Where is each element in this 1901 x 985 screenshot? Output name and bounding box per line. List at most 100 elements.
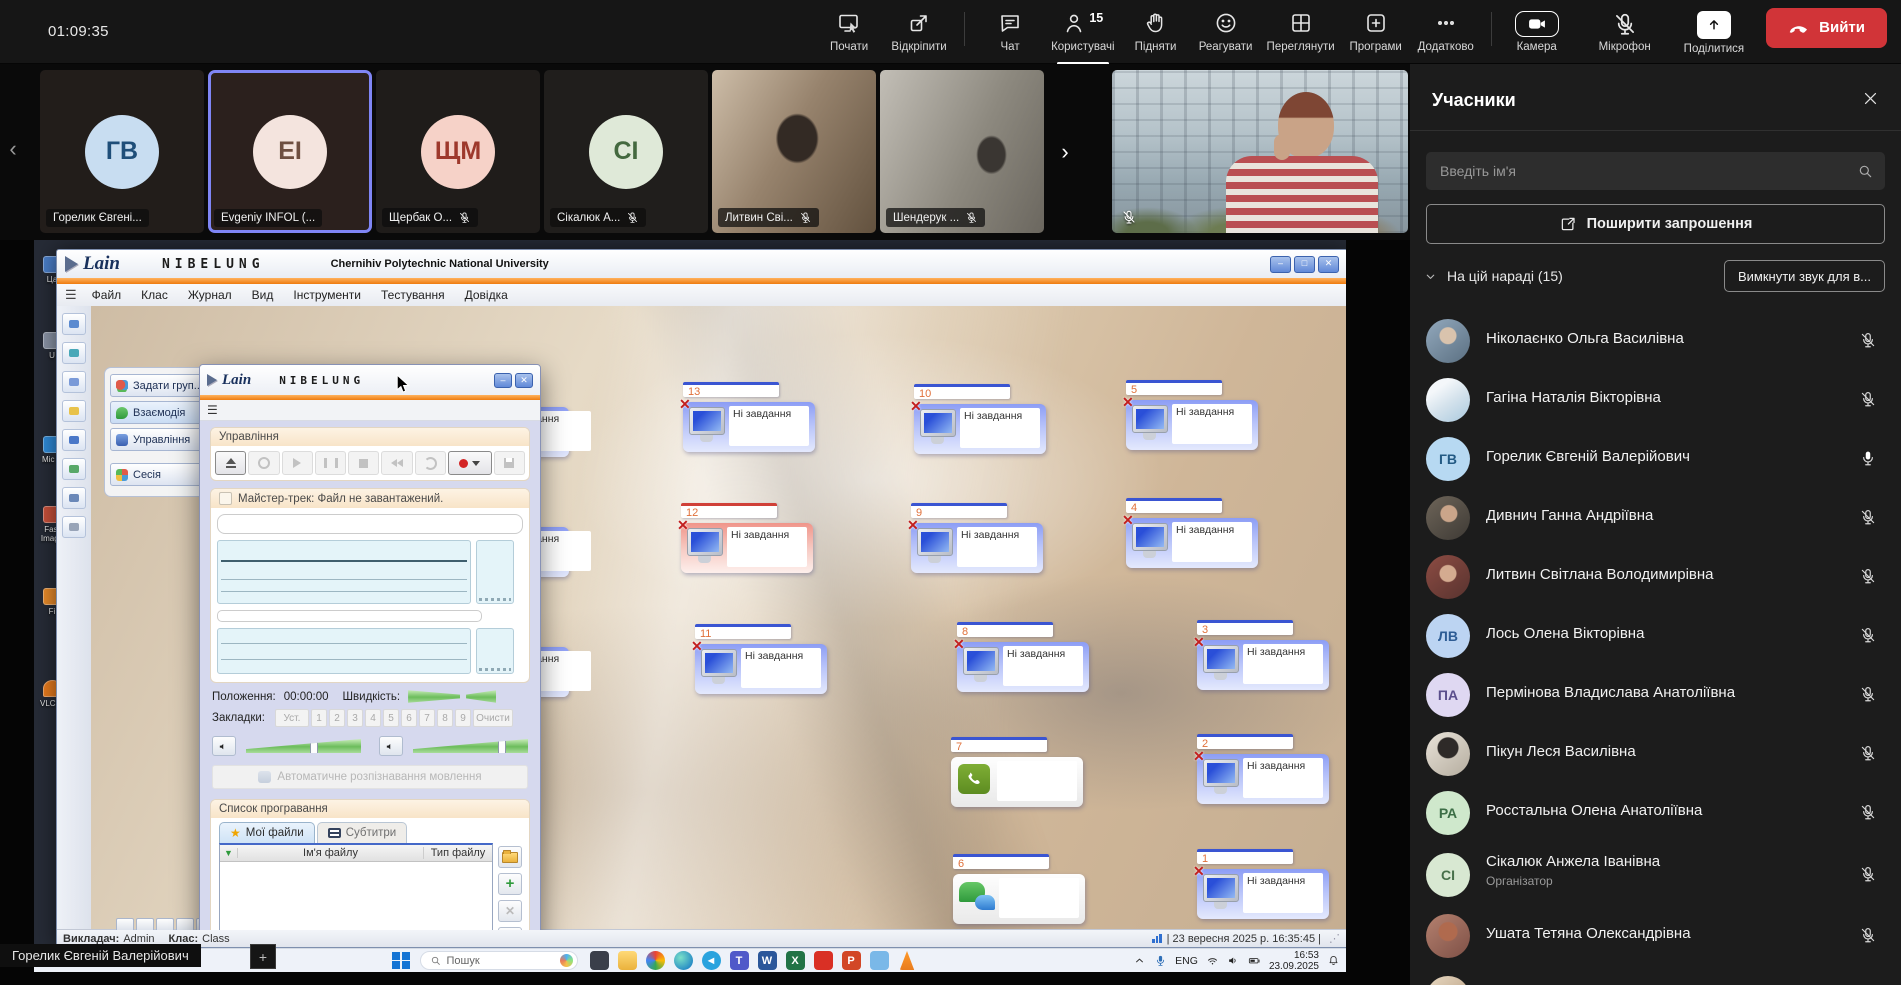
participant-row[interactable]: РА Росстальна Олена Анатоліївна <box>1410 784 1901 842</box>
taskbar-app-icon[interactable] <box>590 951 609 970</box>
student-station-3[interactable]: 3 ✕ Ні завдання <box>1197 620 1329 690</box>
bookmark-2[interactable]: 2 <box>329 709 345 727</box>
record-button[interactable] <box>448 451 492 475</box>
dialog-close-button[interactable]: ✕ <box>515 373 533 388</box>
dialog-minimize-button[interactable]: – <box>494 373 512 388</box>
unpin-button[interactable]: Відкріпити <box>884 4 954 58</box>
dialog-menu-burger[interactable]: ☰ <box>200 400 540 421</box>
app-tool-button[interactable] <box>62 342 86 364</box>
student-station-12-selected[interactable]: 12 ✕ Ні завдання <box>681 503 813 573</box>
bookmark-9[interactable]: 9 <box>455 709 471 727</box>
search-input[interactable] <box>1438 162 1857 180</box>
active-speaker-video[interactable] <box>1112 70 1408 233</box>
clear-list-button[interactable] <box>498 927 522 930</box>
taskbar-search[interactable]: Пошук <box>420 951 578 970</box>
name-tag-expand-button[interactable]: + <box>250 944 276 969</box>
column-file-name[interactable]: Ім'я файлу <box>238 847 424 859</box>
mic-off-icon[interactable] <box>1859 926 1877 944</box>
mic-off-icon[interactable] <box>1859 626 1877 644</box>
student-station-8[interactable]: 8 ✕ Ні завдання <box>957 622 1089 692</box>
participant-row-organizer[interactable]: СІ Сікалюк Анжела Іванівна Організатор <box>1410 843 1901 907</box>
volume-slider-2[interactable] <box>413 739 528 753</box>
sidebar-interaction-button[interactable]: Взаємодія <box>110 401 202 424</box>
video-tile-gorelyk[interactable]: ГВ Горелик Євгені... <box>40 70 204 233</box>
speech-recognition-button[interactable]: Автоматичне розпізнавання мовлення <box>212 765 528 789</box>
app-tool-button[interactable] <box>62 371 86 393</box>
student-station-1[interactable]: 1 ✕ Ні завдання <box>1197 849 1329 919</box>
bookmark-8[interactable]: 8 <box>437 709 453 727</box>
participant-row[interactable]: Гагіна Наталія Вікторівна <box>1410 371 1901 429</box>
participant-row-partial[interactable] <box>1410 969 1901 985</box>
rewind-button[interactable] <box>381 451 412 475</box>
pause-button[interactable] <box>315 451 346 475</box>
tab-my-files[interactable]: ★ Мої файли <box>219 822 315 843</box>
track-scroll-bar[interactable] <box>217 610 482 622</box>
language-indicator[interactable]: ENG <box>1175 955 1198 967</box>
sort-arrow-icon[interactable]: ▼ <box>220 848 238 858</box>
bookmark-7[interactable]: 7 <box>419 709 435 727</box>
remove-file-button[interactable]: ✕ <box>498 900 522 922</box>
taskbar-app-icon[interactable] <box>870 951 889 970</box>
menu-journal[interactable]: Журнал <box>179 286 241 304</box>
video-tile-shenderuk[interactable]: Шендерук ... <box>880 70 1044 233</box>
volume-slider-1[interactable] <box>246 739 361 753</box>
edge-icon[interactable] <box>674 951 693 970</box>
participant-row[interactable]: Литвин Світлана Володимирівна <box>1410 548 1901 606</box>
waveform-pane-2[interactable] <box>217 628 471 674</box>
start-button[interactable] <box>392 952 410 970</box>
loop-button[interactable] <box>415 451 446 475</box>
student-station-6[interactable]: 6 <box>953 854 1085 924</box>
mic-off-icon[interactable] <box>1859 803 1877 821</box>
react-button[interactable]: Реагувати <box>1191 4 1261 58</box>
participant-row[interactable]: Ніколаєнко Ольга Василівна <box>1410 312 1901 370</box>
student-station-10[interactable]: 10 ✕ Ні завдання <box>914 384 1046 454</box>
file-explorer-icon[interactable] <box>618 951 637 970</box>
speaker-button[interactable] <box>379 736 403 756</box>
participant-search-box[interactable] <box>1426 152 1885 190</box>
record-circle-button[interactable] <box>248 451 279 475</box>
filmstrip-prev-arrow[interactable]: ‹ <box>4 136 22 162</box>
eject-button[interactable] <box>215 451 246 475</box>
more-button[interactable]: Додатково <box>1411 4 1481 58</box>
app-tool-button[interactable] <box>62 487 86 509</box>
bookmark-6[interactable]: 6 <box>401 709 417 727</box>
speaker-button[interactable] <box>212 736 236 756</box>
raise-hand-button[interactable]: Підняти <box>1121 4 1191 58</box>
filmstrip-next-arrow[interactable]: › <box>1056 139 1074 165</box>
view-button[interactable]: Переглянути <box>1261 4 1341 58</box>
participant-row[interactable]: Ушата Тетяна Олександрівна <box>1410 907 1901 965</box>
chat-button[interactable]: Чат <box>975 4 1045 58</box>
mic-off-icon[interactable] <box>1859 508 1877 526</box>
powerpoint-icon[interactable]: P <box>842 951 861 970</box>
student-station-13[interactable]: 13 ✕ Ні завдання <box>683 382 815 452</box>
app-tool-button[interactable] <box>62 458 86 480</box>
mic-off-icon[interactable] <box>1859 744 1877 762</box>
in-meeting-section-header[interactable]: На цій нараді (15) <box>1424 268 1563 284</box>
notification-bell-icon[interactable] <box>1327 954 1340 967</box>
app-tool-button[interactable] <box>62 429 86 451</box>
chrome-icon[interactable] <box>646 951 665 970</box>
bookmark-1[interactable]: 1 <box>311 709 327 727</box>
excel-icon[interactable]: X <box>786 951 805 970</box>
mic-options-chevron[interactable] <box>1660 4 1678 26</box>
word-icon[interactable]: W <box>758 951 777 970</box>
app-tool-button[interactable] <box>62 400 86 422</box>
add-file-button[interactable]: + <box>498 873 522 895</box>
menu-burger-icon[interactable]: ☰ <box>65 287 77 303</box>
apps-button[interactable]: Програми <box>1341 4 1411 58</box>
maximize-button[interactable]: □ <box>1294 256 1315 273</box>
share-button[interactable]: Поділитися <box>1678 4 1750 60</box>
sidebar-set-group-task-button[interactable]: Задати груп... <box>110 374 202 397</box>
tray-expand-icon[interactable] <box>1133 954 1146 967</box>
participant-row[interactable]: Дивнич Ганна Андріївна <box>1410 489 1901 547</box>
bookmark-5[interactable]: 5 <box>383 709 399 727</box>
student-station-2[interactable]: 2 ✕ Ні завдання <box>1197 734 1329 804</box>
close-button[interactable]: ✕ <box>1318 256 1339 273</box>
mic-off-icon[interactable] <box>1859 331 1877 349</box>
pdf-icon[interactable] <box>814 951 833 970</box>
taskbar-clock[interactable]: 16:53 23.09.2025 <box>1269 950 1319 972</box>
speed-slider[interactable] <box>408 690 496 703</box>
resize-grip[interactable]: ⋰ <box>1329 932 1341 945</box>
stop-button[interactable] <box>348 451 379 475</box>
battery-icon[interactable] <box>1248 954 1261 967</box>
